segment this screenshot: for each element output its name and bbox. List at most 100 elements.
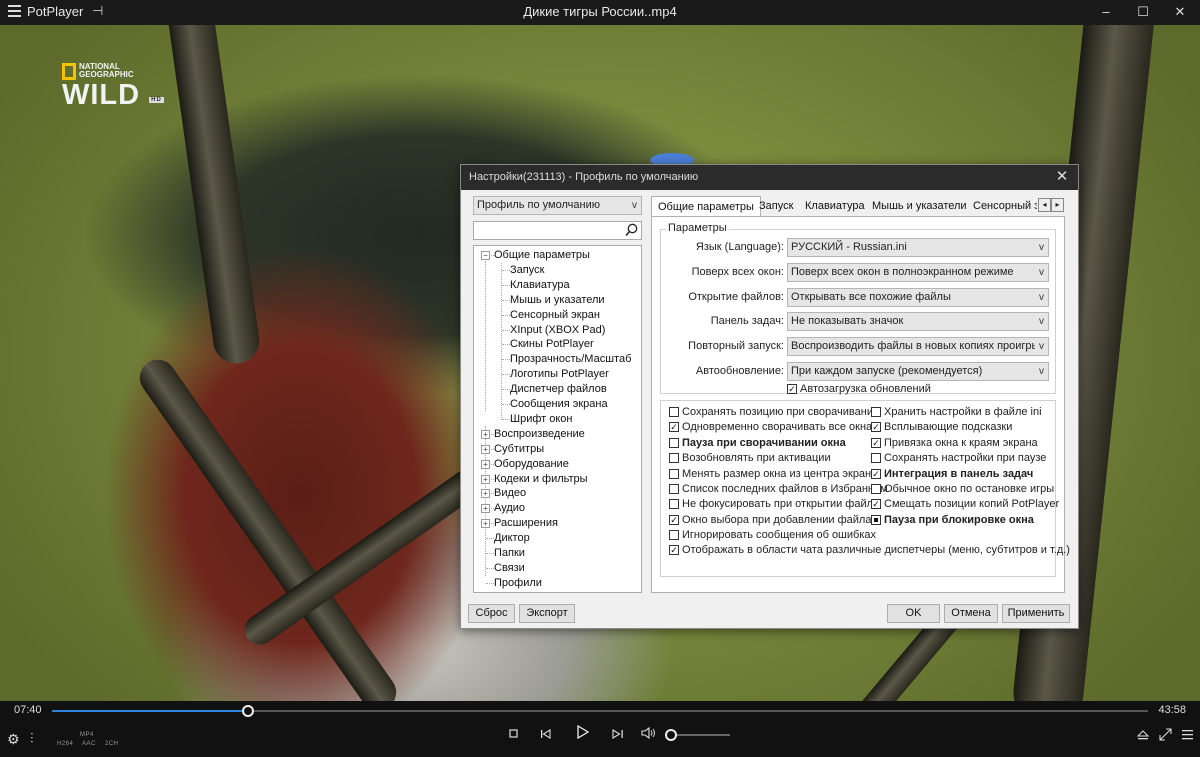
time-elapsed[interactable]: 07:40 — [14, 704, 42, 716]
settings-gear-icon[interactable]: ⚙ — [7, 731, 20, 748]
tree-item[interactable]: Оборудование — [494, 457, 569, 472]
setting-select[interactable]: Не показывать значок v — [787, 312, 1049, 332]
expand-icon[interactable]: + — [481, 489, 490, 499]
minimize-button[interactable]: – — [1088, 0, 1124, 25]
tab-scroll-right-icon[interactable]: ▸ — [1051, 198, 1064, 212]
tree-item[interactable]: Шрифт окон — [510, 412, 573, 427]
checkmark-icon[interactable]: ✓ — [669, 514, 679, 525]
setting-select[interactable]: Воспроизводить файлы в новых копиях прои… — [787, 337, 1049, 357]
tab-touchscreen[interactable]: Сенсорный эк — [973, 196, 1037, 216]
checkbox[interactable]: Не фокусировать при открытии файла — [669, 497, 879, 511]
tab-general[interactable]: Общие параметры — [651, 196, 761, 217]
checkbox-box[interactable] — [871, 407, 881, 417]
fullscreen-icon[interactable] — [1159, 728, 1172, 744]
checkbox[interactable]: Возобновлять при активации — [669, 451, 831, 465]
checkbox-box[interactable] — [871, 453, 881, 464]
tree-item[interactable]: XInput (XBOX Pad) — [510, 323, 605, 338]
pin-icon[interactable]: ⊣ — [92, 3, 103, 19]
tab-keyboard[interactable]: Клавиатура — [805, 196, 865, 216]
checkbox-box[interactable] — [669, 530, 679, 540]
setting-select[interactable]: Открывать все похожие файлы v — [787, 287, 1049, 307]
settings-tree[interactable]: Общие параметры − Запуск Клавиатура Мышь и у… — [473, 245, 642, 593]
checkbox[interactable]: ✓ Интеграция в панель задач — [871, 467, 1033, 481]
apply-button[interactable]: Применить — [1002, 604, 1070, 623]
volume-icon[interactable] — [641, 726, 659, 743]
app-name[interactable]: PotPlayer — [27, 4, 83, 19]
volume-slider[interactable] — [665, 729, 730, 741]
collapse-icon[interactable]: − — [481, 251, 490, 260]
checkbox[interactable]: Сохранять позицию при сворачивании — [669, 405, 879, 419]
checkmark-icon[interactable]: ✓ — [669, 422, 679, 433]
checkbox-box[interactable] — [871, 484, 881, 494]
checkbox[interactable]: Сохранять настройки при паузе — [871, 451, 1046, 465]
dialog-close-icon[interactable]: ✕ — [1052, 167, 1072, 187]
reset-button[interactable]: Сброс — [468, 604, 515, 623]
tree-item[interactable]: Сообщения экрана — [510, 397, 608, 412]
expand-icon[interactable]: + — [481, 519, 490, 529]
tab-startup[interactable]: Запуск — [759, 196, 793, 216]
tree-item[interactable]: Прозрачность/Масштаб — [510, 352, 631, 367]
checkmark-icon[interactable]: ✓ — [871, 468, 881, 479]
checkmark-icon[interactable]: ✓ — [669, 545, 679, 556]
checkbox-box[interactable] — [871, 514, 881, 525]
play-icon[interactable] — [576, 724, 590, 742]
tree-item[interactable]: Связи — [494, 561, 525, 576]
search-icon[interactable] — [625, 223, 638, 237]
tree-item[interactable]: Профили — [494, 576, 542, 591]
checkbox[interactable]: ✓ Окно выбора при добавлении файла — [669, 513, 871, 527]
expand-icon[interactable]: + — [481, 459, 490, 469]
seek-bar[interactable] — [52, 705, 1148, 717]
setting-select[interactable]: Поверх всех окон в полноэкранном режиме v — [787, 262, 1049, 282]
expand-icon[interactable]: + — [481, 429, 490, 439]
eject-icon[interactable] — [1136, 729, 1150, 744]
checkbox-box[interactable] — [669, 499, 679, 510]
tab-mouse[interactable]: Мышь и указатели — [872, 196, 967, 216]
tab-scroll-left-icon[interactable]: ◂ — [1038, 198, 1051, 212]
maximize-button[interactable]: ☐ — [1125, 0, 1161, 25]
checkmark-icon[interactable]: ✓ — [871, 499, 881, 510]
tree-item[interactable]: Аудио — [494, 501, 525, 516]
settings-search-input[interactable] — [473, 221, 642, 240]
tree-item[interactable]: Логотипы PotPlayer — [510, 367, 609, 382]
codec-audio[interactable]: AAC — [82, 741, 96, 747]
expand-icon[interactable]: + — [481, 444, 490, 454]
tree-item[interactable]: Общие параметры — [494, 248, 590, 263]
checkbox-box[interactable] — [669, 407, 679, 417]
menu-lines-icon[interactable] — [1182, 728, 1194, 743]
checkbox[interactable]: Менять размер окна из центра экрана — [669, 467, 877, 481]
checkmark-icon[interactable]: ✓ — [787, 384, 797, 394]
close-button[interactable]: ✕ — [1162, 0, 1198, 25]
checkbox-box[interactable] — [669, 437, 679, 448]
volume-handle[interactable] — [665, 729, 677, 741]
tree-item[interactable]: Воспроизведение — [494, 427, 585, 442]
codec-container[interactable]: MP4 — [80, 732, 94, 738]
checkmark-icon[interactable]: ✓ — [871, 437, 881, 448]
checkbox-box[interactable] — [669, 484, 679, 494]
checkbox[interactable]: Игнорировать сообщения об ошибках — [669, 528, 876, 542]
profile-select[interactable]: Профиль по умолчанию v — [473, 196, 642, 215]
tree-item[interactable]: Клавиатура — [510, 278, 570, 293]
tree-item[interactable]: Расширения — [494, 516, 558, 531]
expand-icon[interactable]: + — [481, 504, 490, 514]
checkbox-box[interactable] — [669, 468, 679, 479]
checkbox[interactable]: ✓ Одновременно сворачивать все окна — [669, 420, 872, 434]
checkbox[interactable]: ✓ Отображать в области чата различные дис… — [669, 543, 1070, 557]
tree-item[interactable]: Скины PotPlayer — [510, 337, 594, 352]
hamburger-menu-icon[interactable] — [8, 5, 21, 17]
checkbox[interactable]: ✓ Смещать позиции копий PotPlayer — [871, 497, 1059, 511]
export-button[interactable]: Экспорт — [519, 604, 575, 623]
checkbox[interactable]: ✓ Всплывающие подсказки — [871, 420, 1012, 434]
tree-item[interactable]: Мышь и указатели — [510, 293, 605, 308]
time-total[interactable]: 43:58 — [1158, 704, 1186, 716]
checkbox[interactable]: Хранить настройки в файле ini — [871, 405, 1042, 419]
cancel-button[interactable]: Отмена — [944, 604, 998, 623]
next-icon[interactable] — [612, 727, 624, 742]
stop-icon[interactable] — [509, 727, 519, 742]
equalizer-icon[interactable]: ⫶ — [30, 730, 34, 747]
dialog-titlebar[interactable]: Настройки(231113) - Профиль по умолчанию… — [461, 165, 1078, 190]
checkbox[interactable]: ✓ Привязка окна к краям экрана — [871, 436, 1038, 450]
ok-button[interactable]: OK — [887, 604, 940, 623]
tree-item[interactable]: Сенсорный экран — [510, 308, 600, 323]
tree-item[interactable]: Запуск — [510, 263, 544, 278]
seek-handle[interactable] — [242, 705, 255, 717]
